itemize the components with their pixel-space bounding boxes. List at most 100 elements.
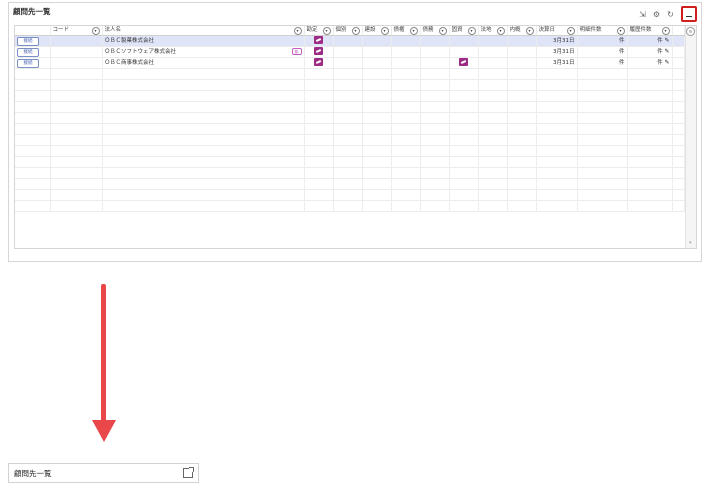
empty-cell: [672, 134, 685, 146]
col-naibo[interactable]: 内概 ▾: [507, 26, 537, 36]
empty-cell: [420, 156, 450, 168]
cell-kotei[interactable]: [449, 57, 479, 69]
empty-cell: [391, 68, 421, 80]
empty-cell: [304, 112, 334, 124]
empty-cell: [50, 156, 103, 168]
cell-connect[interactable]: 接続: [15, 46, 51, 58]
empty-row: [15, 112, 685, 124]
app-launch-icon[interactable]: [314, 36, 323, 45]
connect-button[interactable]: 接続: [17, 47, 39, 57]
empty-cell: [50, 134, 103, 146]
pencil-icon[interactable]: ✎: [664, 59, 669, 66]
empty-cell: [478, 145, 508, 157]
table-row[interactable]: 接続 ＯＢＣ商事株式会社 3月31日件件 ✎: [15, 57, 685, 69]
empty-cell: [102, 178, 305, 190]
filter-icon[interactable]: ▾: [566, 26, 575, 35]
empty-cell: [391, 90, 421, 102]
empty-cell: [102, 156, 305, 168]
open-external-icon[interactable]: [183, 467, 194, 478]
export-icon[interactable]: ⇲: [638, 10, 647, 19]
app-launch-icon[interactable]: [459, 58, 468, 67]
col-kensetsu[interactable]: 建設 ▾: [362, 26, 392, 36]
cell-code: [50, 46, 103, 58]
col-name[interactable]: 法人名 ▾: [102, 26, 305, 36]
app-launch-icon[interactable]: [314, 58, 323, 67]
table-row[interactable]: 接続 ＯＢＣソフトウェア株式会社 拡 3月31日件件 ✎: [15, 46, 685, 58]
pencil-icon[interactable]: ✎: [664, 37, 669, 44]
filter-icon[interactable]: ▾: [91, 26, 100, 35]
empty-cell: [449, 156, 479, 168]
empty-cell: [391, 112, 421, 124]
col-meisai[interactable]: 明細件数 ▾: [577, 26, 628, 36]
filter-icon[interactable]: ▾: [293, 26, 302, 35]
empty-cell: [304, 101, 334, 113]
col-kotei[interactable]: 固資 ▾: [449, 26, 479, 36]
connect-button[interactable]: 接続: [17, 58, 39, 68]
empty-row: [15, 79, 685, 91]
col-kessan[interactable]: 決算日 ▾: [536, 26, 578, 36]
empty-cell: [391, 189, 421, 201]
scroll-down-icon[interactable]: ▾: [689, 241, 694, 246]
empty-cell: [333, 79, 363, 91]
cell-kensetsu: [362, 35, 392, 47]
empty-cell: [577, 134, 628, 146]
empty-cell: [362, 167, 392, 179]
empty-cell: [420, 68, 450, 80]
cell-rireki: 件 ✎: [627, 57, 673, 69]
col-saiken[interactable]: 債権 ▾: [391, 26, 421, 36]
filter-icon[interactable]: ▾: [661, 26, 670, 35]
minimize-icon[interactable]: [681, 6, 697, 22]
empty-cell: [333, 189, 363, 201]
col-hojin[interactable]: 法地 ▾: [478, 26, 508, 36]
cell-saimu: [420, 46, 450, 58]
col-saimu[interactable]: 債務 ▾: [420, 26, 450, 36]
col-kyuyo[interactable]: 個別 ▾: [333, 26, 363, 36]
cell-naibo: [507, 35, 537, 47]
empty-cell: [420, 101, 450, 113]
cell-kensetsu: [362, 46, 392, 58]
empty-cell: [507, 167, 537, 179]
vertical-scrollbar[interactable]: ⚙ ▾: [685, 26, 696, 248]
pencil-icon[interactable]: ✎: [664, 48, 669, 55]
empty-cell: [102, 145, 305, 157]
filter-icon[interactable]: ▾: [525, 26, 534, 35]
down-arrow-head-icon: [92, 420, 116, 442]
cell-connect[interactable]: 接続: [15, 57, 51, 69]
col-kanjo[interactable]: 勘定 ▾: [304, 26, 334, 36]
empty-cell: [304, 79, 334, 91]
filter-icon[interactable]: ▾: [496, 26, 505, 35]
table-row[interactable]: 接続 ＯＢＣ製菓株式会社 3月31日件件 ✎: [15, 35, 685, 47]
empty-cell: [577, 178, 628, 190]
filter-icon[interactable]: ▾: [438, 26, 447, 35]
filter-icon[interactable]: ▾: [380, 26, 389, 35]
minimized-panel-title: 顧問先一覧: [14, 469, 52, 478]
empty-cell: [449, 189, 479, 201]
cell-name: ＯＢＣ製菓株式会社: [102, 35, 305, 47]
col-code[interactable]: コード ▾: [50, 26, 103, 36]
filter-icon[interactable]: ▾: [467, 26, 476, 35]
refresh-icon[interactable]: ↻: [666, 10, 675, 19]
empty-cell: [420, 79, 450, 91]
empty-cell: [507, 112, 537, 124]
minimized-panel[interactable]: 顧問先一覧: [8, 463, 199, 483]
app-launch-icon[interactable]: [314, 47, 323, 56]
empty-cell: [478, 68, 508, 80]
cell-kanjo[interactable]: [304, 35, 334, 47]
filter-icon[interactable]: ▾: [351, 26, 360, 35]
cell-connect[interactable]: 接続: [15, 35, 51, 47]
filter-icon[interactable]: ▾: [322, 26, 331, 35]
col-rireki[interactable]: 履歴件数 ▾: [627, 26, 673, 36]
empty-cell: [102, 68, 305, 80]
cell-kanjo[interactable]: [304, 46, 334, 58]
cell-kanjo[interactable]: [304, 57, 334, 69]
connect-button[interactable]: 接続: [17, 36, 39, 46]
empty-cell: [627, 68, 673, 80]
filter-icon[interactable]: ▾: [409, 26, 418, 35]
col-extra: [672, 26, 685, 36]
empty-cell: [449, 90, 479, 102]
cell-hojin: [478, 46, 508, 58]
column-settings-icon[interactable]: ⚙: [686, 27, 695, 36]
filter-icon[interactable]: ▾: [616, 26, 625, 35]
empty-cell: [15, 68, 51, 80]
gear-icon[interactable]: ⚙: [652, 10, 661, 19]
